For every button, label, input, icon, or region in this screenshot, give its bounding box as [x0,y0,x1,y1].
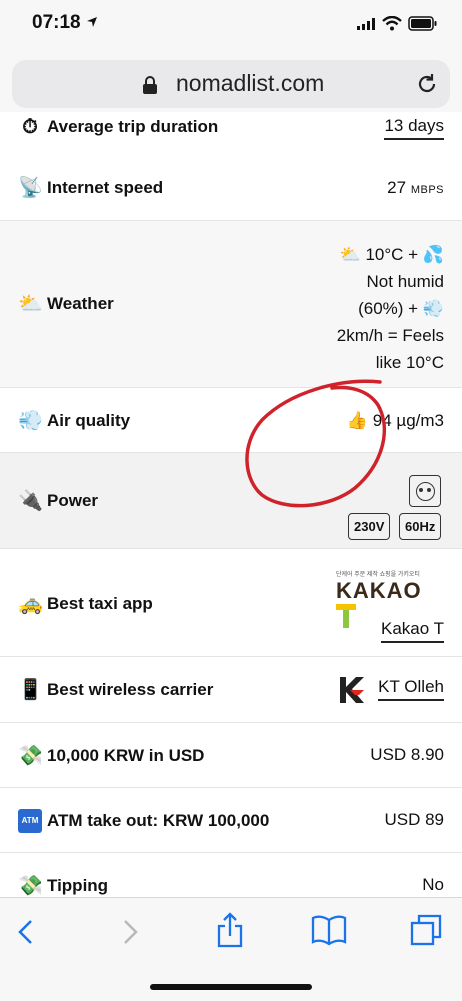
satellite-dish-icon: 📡 [18,177,43,199]
row-internet-speed: 📡 Internet speed 27 MBPS [0,155,462,221]
speed-number: 27 [387,178,407,197]
row-best-wireless-carrier: 📱 Best wireless carrier KT Olleh [0,657,462,723]
row-krw-in-usd: 💸 10,000 KRW in USD USD 8.90 [0,723,462,788]
kt-logo-icon [340,677,364,703]
stopwatch-icon: ⏱ [22,116,38,138]
wind-icon: 💨 [18,410,43,432]
home-indicator [150,984,312,990]
row-label: Best taxi app [47,594,153,613]
weather-line-4: 2km/h = Feels [336,326,444,345]
tabs-icon[interactable] [410,914,442,946]
wifi-icon [382,16,402,31]
weather-line-2: Not humid [366,272,444,291]
row-tipping: 💸 Tipping No [0,853,462,903]
sun-behind-cloud-icon: ⛅ [18,293,43,315]
row-weather: ⛅ Weather ⛅ 10°C + 💦 Not humid (60%) + 💨… [0,221,462,388]
address-bar[interactable]: nomadlist.com [12,60,450,108]
row-power: 🔌 Power 230V 60Hz [0,453,462,549]
kt-olleh-link[interactable]: KT Olleh [378,677,444,701]
trip-duration-link[interactable]: 13 days [384,116,444,140]
row-label: Best wireless carrier [47,680,214,699]
power-socket-icon [409,475,441,507]
battery-icon [408,16,437,31]
row-label: ATM take out: KRW 100,000 [47,811,270,830]
speed-unit: MBPS [410,184,444,196]
weather-cloud-icon: ⛅ [339,245,361,264]
weather-line-3: (60%) + [358,299,419,318]
row-label: Internet speed [47,178,164,197]
kakao-t-mark [336,604,356,628]
row-best-taxi-app: 🚕 Best taxi app 단케어 주문 제작 쇼핑을 가키오티 KAKAO… [0,549,462,657]
weather-line-5: like 10°C [375,353,444,372]
sweat-drops-icon: 💦 [422,245,444,264]
tipping-value: No [422,875,444,894]
weather-value: ⛅ 10°C + 💦 Not humid (60%) + 💨 2km/h = F… [337,241,444,376]
location-arrow-icon [87,17,97,27]
voltage-badge: 230V [348,513,391,540]
row-label: Average trip duration [47,117,219,136]
row-air-quality: 💨 Air quality 👍 94 µg/m3 [0,388,462,453]
taxi-icon: 🚕 [18,593,43,615]
thumbs-up-icon: 👍 [346,411,369,430]
atm-value: USD 89 [384,810,444,829]
bookmarks-book-icon[interactable] [311,914,347,946]
air-quality-number: 94 µg/m3 [372,411,444,430]
row-label: Power [47,491,99,510]
row-label: Weather [47,294,114,313]
status-time: 07:18 [32,12,81,33]
url-text: nomadlist.com [176,70,325,96]
forward-chevron-icon[interactable] [120,918,140,946]
row-label: Tipping [47,876,109,895]
kakao-t-link[interactable]: Kakao T [380,619,444,643]
logo-text: KAKAO [336,578,422,603]
reload-icon[interactable] [415,72,439,96]
row-label: 10,000 KRW in USD [47,746,205,765]
internet-speed-value: 27 MBPS [387,178,444,198]
air-quality-value: 👍 94 µg/m3 [347,411,444,431]
money-with-wings-icon: 💸 [18,875,43,897]
money-with-wings-icon: 💸 [18,745,43,767]
frequency-badge: 60Hz [399,513,442,540]
status-bar: 07:18 [0,0,462,50]
row-atm-take-out: ATM ATM take out: KRW 100,000 USD 89 [0,788,462,853]
krw-usd-value: USD 8.90 [370,745,444,764]
back-chevron-icon[interactable] [16,918,36,946]
weather-line-1: 10°C + [365,245,419,264]
row-average-trip-duration: ⏱ Average trip duration 13 days [0,112,462,156]
atm-icon: ATM [18,809,42,833]
signal-icon [357,18,375,30]
mobile-phone-icon: 📱 [18,679,43,701]
share-icon[interactable] [216,912,244,948]
lock-icon [143,76,157,94]
row-label: Air quality [47,411,131,430]
electric-plug-icon: 🔌 [18,490,43,512]
kakao-t-logo[interactable]: 단케어 주문 제작 쇼핑을 가키오티 KAKAO [336,569,446,628]
wind-icon: 💨 [422,299,444,318]
logo-subtext: 단케어 주문 제작 쇼핑을 가키오티 [336,572,420,578]
